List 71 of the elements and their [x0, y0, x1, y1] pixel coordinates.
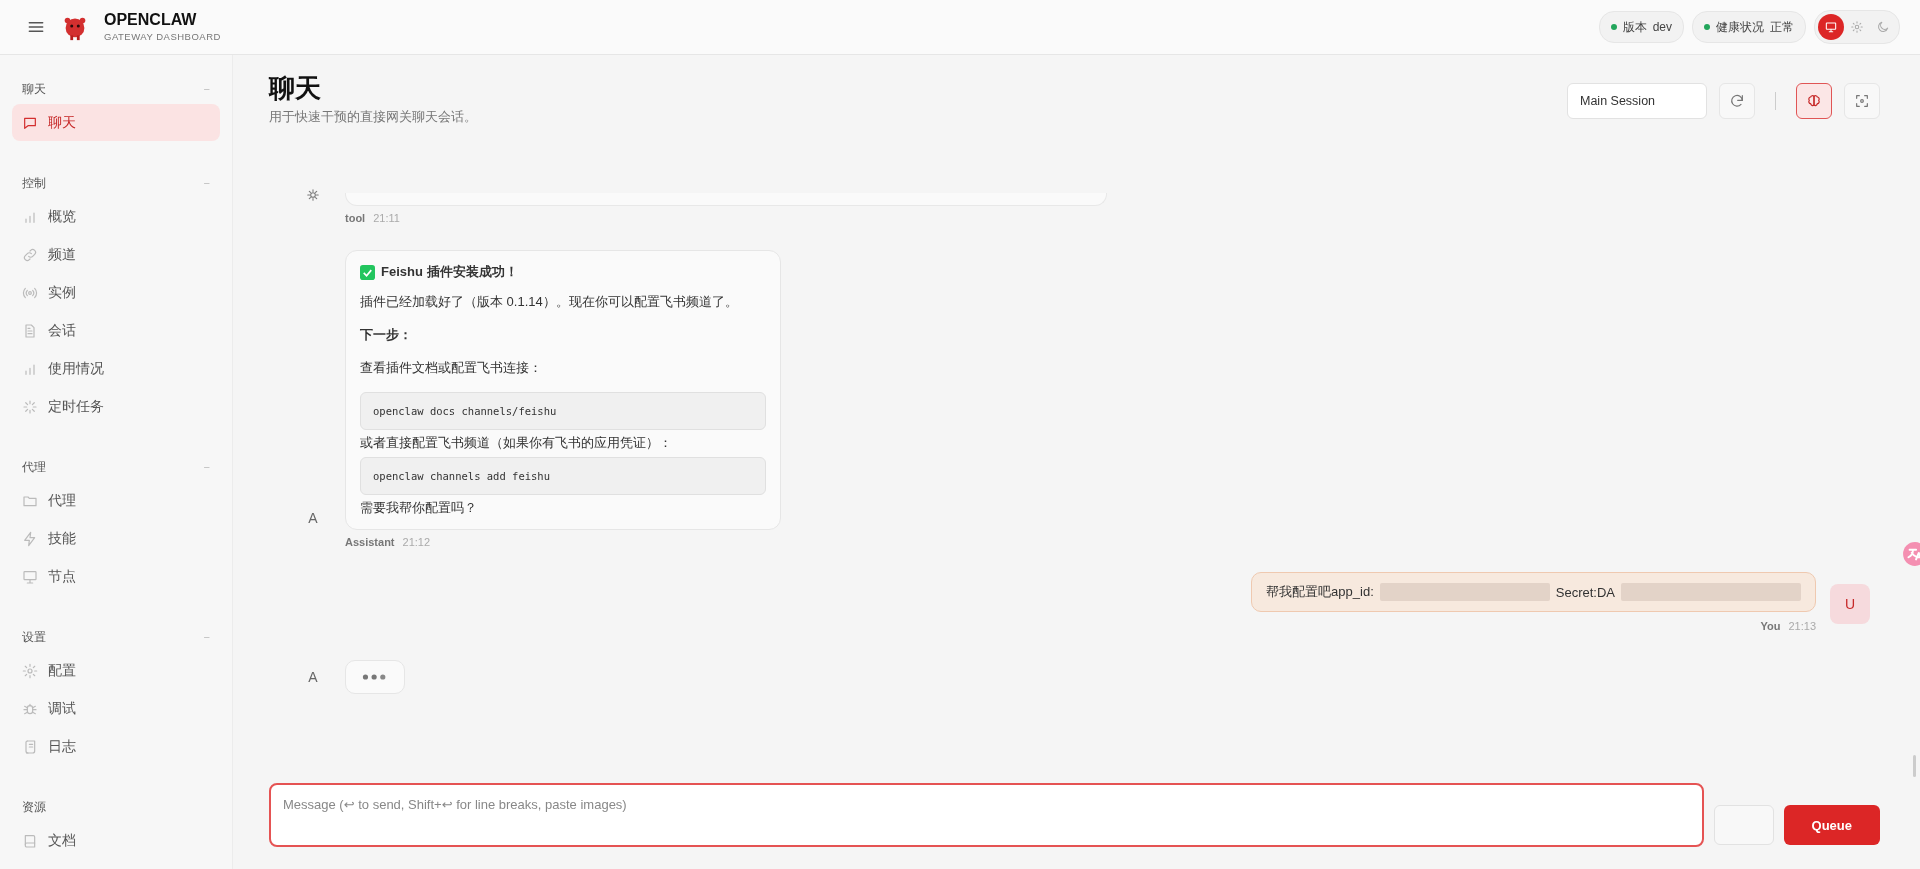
message-time: 21:13 — [1788, 620, 1816, 633]
dots-icon — [362, 673, 388, 682]
message-text: 需要我帮你配置吗？ — [360, 498, 478, 517]
message-heading: Feishu 插件安装成功！ — [381, 263, 518, 282]
refresh-icon — [1729, 93, 1745, 109]
sidebar-item[interactable]: 代理 — [12, 482, 220, 519]
settings-icon — [22, 662, 38, 679]
sidebar-item[interactable]: 文档 — [12, 822, 220, 859]
sidebar-item[interactable]: 定时任务 — [12, 388, 220, 425]
message-text: Secret:DA — [1555, 584, 1615, 600]
code-block: openclaw docs channels/feishu — [360, 391, 766, 430]
monitor-icon — [1824, 20, 1838, 34]
section-title: 聊天 — [22, 81, 46, 97]
session-field[interactable]: Main Session — [1567, 83, 1707, 119]
page-subtitle: 用于快速干预的直接网关聊天会话。 — [269, 108, 477, 127]
sidebar-item[interactable]: 配置 — [12, 652, 220, 689]
message-text: 插件已经加载好了（版本 0.1.14）。现在你可以配置飞书频道了。 — [360, 293, 739, 312]
sidebar-item[interactable]: 聊天 — [12, 104, 220, 141]
monitor-icon — [22, 568, 38, 585]
moon-icon — [1876, 20, 1890, 34]
sidebar-item[interactable]: 日志 — [12, 728, 220, 765]
message-time: 21:12 — [402, 536, 431, 549]
loader-icon — [22, 398, 38, 415]
section-title: 控制 — [22, 175, 46, 191]
sidebar-item[interactable]: 实例 — [12, 274, 220, 311]
sidebar-item[interactable]: 使用情况 — [12, 350, 220, 387]
sender-name: Assistant — [345, 536, 395, 549]
page-title: 聊天 — [269, 73, 322, 105]
sun-icon — [1850, 20, 1864, 34]
sender-name: tool — [345, 212, 366, 225]
message-text: 下一步： — [360, 326, 413, 345]
brain-button[interactable] — [1796, 83, 1832, 119]
avatar-letter: A — [307, 669, 319, 686]
message-time: 21:11 — [373, 212, 400, 225]
refresh-button[interactable] — [1719, 83, 1755, 119]
message-text: 或者直接配置飞书频道（如果你有飞书的应用凭证）： — [360, 433, 673, 452]
document-icon — [22, 322, 38, 339]
scrollbar-thumb[interactable] — [1913, 755, 1916, 777]
status-value: dev — [1652, 20, 1672, 34]
message-text: 帮我配置吧app_id: — [1266, 583, 1374, 602]
sidebar-item[interactable]: 技能 — [12, 520, 220, 557]
sidebar-item[interactable]: 会话 — [12, 312, 220, 349]
status-value: 正常 — [1770, 18, 1794, 36]
sidebar-item[interactable]: 概览 — [12, 198, 220, 235]
message-input[interactable]: Message (↩ to send, Shift+↩ for line breaks, paste images) — [269, 783, 1704, 847]
queue-button[interactable]: Queue — [1783, 805, 1880, 845]
scroll-icon — [22, 738, 38, 755]
settings-icon — [306, 188, 320, 203]
brand-title: OPENCLAW — [104, 12, 198, 29]
focus-button[interactable] — [1844, 83, 1880, 119]
status-label: 版本 — [1622, 18, 1647, 36]
lightning-icon — [22, 530, 38, 547]
section-title: 代理 — [22, 459, 46, 475]
brand-subtitle: GATEWAY DASHBOARD — [104, 32, 221, 42]
code-block: openclaw channels add feishu — [360, 456, 766, 495]
focus-icon — [1854, 93, 1870, 109]
brain-icon — [1806, 93, 1822, 109]
checkmark-icon — [360, 264, 375, 280]
book-icon — [22, 832, 38, 849]
sender-name: You — [1760, 620, 1781, 633]
status-label: 健康状况 — [1716, 18, 1764, 36]
section-title: 设置 — [22, 629, 46, 645]
link-icon — [22, 246, 38, 263]
avatar-letter: A — [307, 510, 319, 529]
sidebar-item[interactable]: 频道 — [12, 236, 220, 273]
sidebar-item[interactable]: 节点 — [12, 558, 220, 595]
avatar-letter: U — [1830, 584, 1870, 625]
message-text: 查看插件文档或配置飞书连接： — [360, 358, 543, 377]
sidebar-item[interactable]: 调试 — [12, 690, 220, 727]
section-title: 资源 — [22, 799, 46, 815]
theme-button[interactable] — [1818, 14, 1844, 40]
